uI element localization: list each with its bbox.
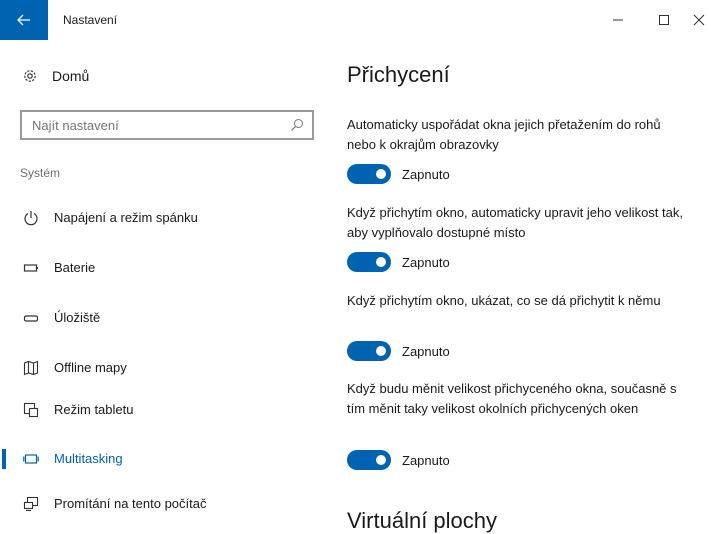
search-input[interactable]	[32, 116, 282, 134]
sidebar-item-power-sleep[interactable]: Napájení a režim spánku	[0, 198, 320, 238]
setting-toggle-row: Zapnuto	[347, 341, 450, 361]
maximize-button[interactable]	[641, 0, 687, 40]
setting-toggle-row: Zapnuto	[347, 164, 450, 184]
group-label-system: Systém	[20, 166, 61, 180]
snap-assist-toggle[interactable]	[347, 341, 391, 361]
toggle-state-label: Zapnuto	[402, 452, 450, 468]
back-arrow-icon	[17, 14, 30, 26]
toggle-knob	[376, 169, 386, 179]
setting-description: Když přichytím okno, ukázat, co se dá př…	[347, 293, 661, 308]
snap-arrange-toggle[interactable]	[347, 164, 391, 184]
multitasking-icon	[23, 454, 39, 464]
snap-resize-toggle[interactable]	[347, 252, 391, 272]
sidebar-item-project-to-pc[interactable]: Promítání na tento počítač	[0, 484, 320, 524]
sidebar-item-battery[interactable]: Baterie	[0, 248, 320, 288]
sidebar-item-label: Baterie	[54, 260, 96, 275]
battery-icon	[23, 264, 38, 272]
map-icon	[23, 360, 39, 376]
sidebar-item-label: Napájení a režim spánku	[54, 210, 198, 225]
title-bar: Nastavení	[0, 0, 711, 40]
search-box[interactable]	[20, 110, 314, 140]
window-title: Nastavení	[63, 13, 118, 27]
project-icon	[23, 496, 39, 512]
sidebar-item-label: Promítání na tento počítač	[54, 496, 207, 511]
power-icon	[24, 211, 38, 226]
setting-description: Když budu měnit velikost přichyceného ok…	[347, 381, 677, 416]
sidebar-item-offline-maps[interactable]: Offline mapy	[0, 348, 320, 388]
sidebar-item-multitasking[interactable]: Multitasking	[0, 439, 320, 479]
toggle-knob	[376, 346, 386, 356]
sidebar-item-label: Multitasking	[54, 451, 123, 466]
close-icon	[693, 14, 705, 26]
back-button[interactable]	[0, 0, 48, 40]
maximize-icon	[659, 15, 669, 25]
sidebar-item-tablet-mode[interactable]: Režim tabletu	[0, 390, 320, 430]
home-link[interactable]: Domů	[22, 65, 89, 87]
close-button[interactable]	[687, 0, 711, 40]
home-label: Domů	[52, 68, 90, 84]
toggle-state-label: Zapnuto	[402, 254, 450, 270]
section-heading-virtual-desktops: Virtuální plochy	[347, 508, 498, 533]
gear-icon	[24, 70, 36, 82]
toggle-state-label: Zapnuto	[402, 166, 450, 182]
minimize-button[interactable]	[595, 0, 641, 40]
sidebar-item-label: Úložiště	[54, 310, 101, 325]
toggle-knob	[376, 455, 386, 465]
toggle-state-label: Zapnuto	[402, 343, 450, 359]
minimize-icon	[613, 19, 623, 21]
setting-toggle-row: Zapnuto	[347, 252, 450, 272]
snap-adjacent-resize-toggle[interactable]	[347, 450, 391, 470]
setting-description: Automaticky uspořádat okna jejich přetaž…	[347, 117, 661, 152]
page-title: Přichycení	[347, 62, 450, 87]
toggle-knob	[376, 257, 386, 267]
storage-icon	[23, 315, 39, 322]
sidebar-item-label: Offline mapy	[54, 360, 127, 375]
sidebar-item-label: Režim tabletu	[54, 402, 134, 417]
setting-toggle-row: Zapnuto	[347, 450, 450, 470]
search-icon[interactable]	[290, 118, 304, 132]
sidebar-item-storage[interactable]: Úložiště	[0, 298, 320, 338]
setting-description: Když přichytím okno, automaticky upravit…	[347, 205, 683, 240]
tablet-mode-icon	[23, 402, 39, 418]
